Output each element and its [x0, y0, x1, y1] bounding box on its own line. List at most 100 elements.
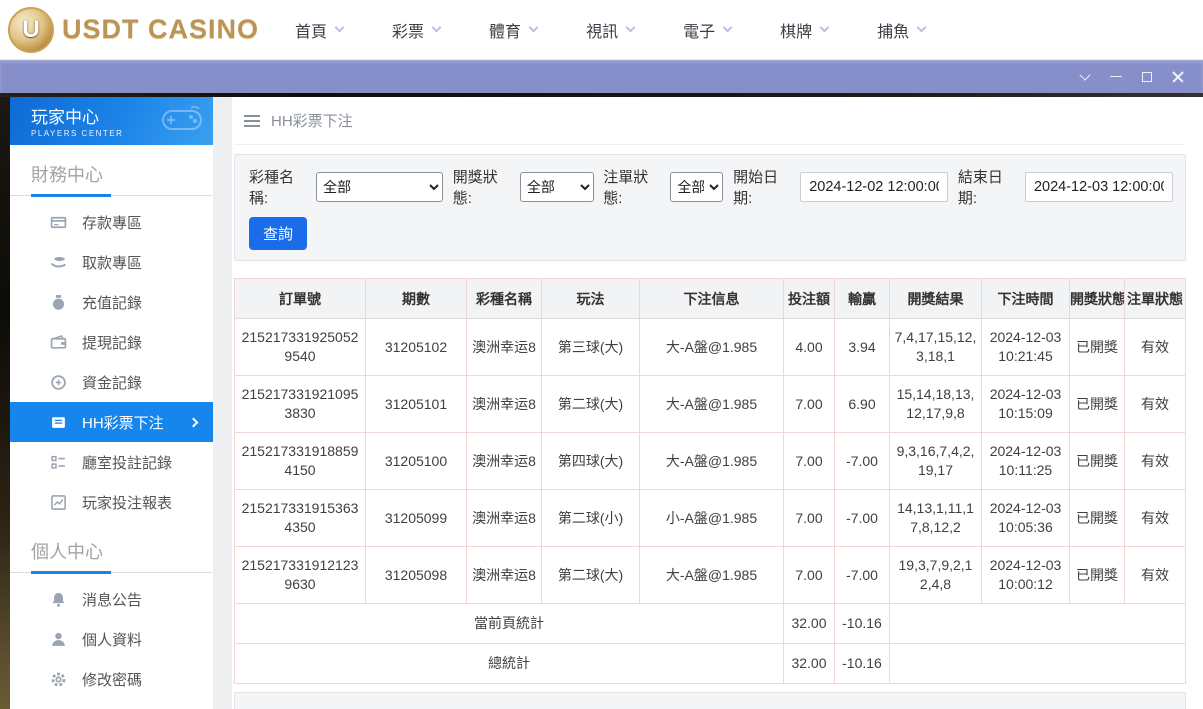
nav-menu-item[interactable]: 彩票 [392, 18, 442, 42]
sidebar-item[interactable]: 修改密碼 [10, 659, 213, 699]
summary-cell: -10.16 [834, 603, 890, 644]
sidebar-item[interactable]: 充值記錄 [10, 282, 213, 322]
nav-menu-item[interactable]: 電子 [683, 18, 733, 42]
desktop-background-edge [0, 97, 10, 709]
nav-item-label: 視訊 [586, 23, 619, 41]
sidebar-item[interactable]: HH彩票下注 [10, 402, 213, 442]
sidebar-item[interactable]: 玩家投注報表 [10, 482, 213, 522]
table-cell: 31205098 [365, 546, 467, 604]
table-cell: 2024-12-03 10:15:09 [981, 375, 1070, 433]
sidebar-item-label: 修改密碼 [82, 671, 143, 689]
nav-menu-item[interactable]: 視訊 [586, 18, 636, 42]
table-cell: 19,3,7,9,2,12,4,8 [889, 546, 982, 604]
sidebar-section-title: 個人中心 [31, 542, 103, 562]
usdt-casino-logo[interactable]: U USDT CASINO [8, 6, 259, 53]
nav-item-label: 棋牌 [780, 23, 813, 41]
nav-menu-item[interactable]: 體育 [489, 18, 539, 42]
sidebar-item[interactable]: 提現記錄 [10, 322, 213, 362]
summary-cell [889, 643, 1186, 684]
column-header: 注單狀態 [1124, 278, 1186, 319]
column-header: 玩法 [541, 278, 640, 319]
table-cell: 小-A盤@1.985 [639, 489, 784, 547]
orders-table: 訂單號 期數 彩種名稱 玩法 下注信息 投注額 輸贏 開獎結果 下注時間 開獎狀態 注單狀態 215… [234, 278, 1186, 684]
table-cell: 2024-12-03 10:21:45 [981, 318, 1070, 376]
table-cell: 2152173319188594150 [234, 432, 366, 490]
sidebar-item-label: 消息公告 [82, 591, 143, 609]
table-cell: 第三球(大) [541, 318, 640, 376]
table-cell: 第二球(小) [541, 489, 640, 547]
chevron-down-icon [625, 22, 636, 33]
sidebar-item[interactable]: 廳室投註記錄 [10, 442, 213, 482]
table-cell: 澳洲幸运8 [466, 318, 542, 376]
end-date-label: 結束日期: [957, 169, 1003, 207]
window-close-button[interactable] [1162, 65, 1193, 89]
summary-cell: -10.16 [834, 643, 890, 684]
table-cell: 6.90 [834, 375, 890, 433]
sidebar-sections: 財務中心存款專區 取款專區充值記錄提現記錄資金記錄 HH彩票下注廳室投註記錄玩家投注… [10, 145, 213, 709]
table-row: 2152173319250529540 31205102 澳洲幸运8 第三球(大) 大-… [234, 318, 1186, 376]
table-cell: 大-A盤@1.985 [639, 432, 784, 490]
order-status-label: 注單狀態: [603, 169, 649, 207]
table-cell: 31205099 [365, 489, 467, 547]
column-header: 訂單號 [234, 278, 366, 319]
hall-list-icon [50, 454, 67, 471]
section-divider [10, 571, 213, 574]
filter-panel: 彩種名稱: 全部 開獎狀態: 全部 注單狀態: 全部 開始日期: 結束日期: [234, 154, 1186, 261]
sidebar-item[interactable]: 存款專區 [10, 202, 213, 242]
table-header-row: 訂單號 期數 彩種名稱 玩法 下注信息 投注額 輸贏 開獎結果 下注時間 開獎狀態 注單狀態 [234, 278, 1186, 319]
table-cell: 2152173319210953830 [234, 375, 366, 433]
table-row: 2152173319188594150 31205100 澳洲幸运8 第四球(大) 大-… [234, 432, 1186, 490]
sidebar-section-title: 財務中心 [31, 165, 103, 185]
sidebar-item-label: 提現記錄 [82, 334, 143, 352]
table-cell: 3.94 [834, 318, 890, 376]
summary-row: 總統計 32.00 -10.16 [234, 643, 1186, 684]
sidebar-item[interactable]: 消息公告 [10, 579, 213, 619]
table-cell: 31205102 [365, 318, 467, 376]
bell-icon [50, 591, 67, 608]
window-dropdown-button[interactable] [1069, 65, 1100, 89]
table-cell: 7.00 [783, 375, 835, 433]
table-cell: 9,3,16,7,4,2,19,17 [889, 432, 982, 490]
table-body: 2152173319250529540 31205102 澳洲幸运8 第三球(大) 大-… [234, 318, 1186, 684]
draw-status-select[interactable]: 全部 [519, 172, 594, 202]
table-cell: 2152173319153634350 [234, 489, 366, 547]
user-icon [50, 631, 67, 648]
sidebar-item[interactable]: 取款專區 [10, 242, 213, 282]
search-button[interactable]: 查詢 [249, 217, 308, 250]
table-cell: 已開獎 [1069, 546, 1125, 604]
draw-status-label: 開獎狀態: [452, 169, 498, 207]
sidebar-item-label: 廳室投註記錄 [82, 454, 173, 472]
table-cell: 31205100 [365, 432, 467, 490]
minimize-icon [1109, 75, 1122, 78]
column-header: 投注額 [783, 278, 835, 319]
gamepad-icon [162, 105, 202, 130]
close-icon [1172, 71, 1184, 83]
window-minimize-button[interactable] [1100, 65, 1131, 89]
nav-menu-item[interactable]: 棋牌 [780, 18, 830, 42]
table-cell: 31205101 [365, 375, 467, 433]
main-panel: HH彩票下注 彩種名稱: 全部 開獎狀態: 全部 注單狀態: 全部 開始日期: [232, 97, 1203, 709]
sidebar-item[interactable]: 個人資料 [10, 619, 213, 659]
hamburger-icon[interactable] [244, 115, 260, 117]
table-cell: 澳洲幸运8 [466, 546, 542, 604]
table-cell: 已開獎 [1069, 489, 1125, 547]
start-date-input[interactable] [800, 172, 949, 202]
sidebar: 玩家中心 PLAYERS CENTER 財務中心 存款專區 取款專區 充值記錄 提現記錄… [10, 97, 213, 709]
end-date-input[interactable] [1024, 172, 1173, 202]
section-divider [10, 194, 213, 197]
sidebar-item[interactable]: 資金記錄 [10, 362, 213, 402]
table-cell: 2024-12-03 10:00:12 [981, 546, 1070, 604]
column-header: 開獎狀態 [1069, 278, 1125, 319]
nav-menu-item[interactable]: 捕魚 [877, 18, 927, 42]
start-date-label: 開始日期: [733, 169, 779, 207]
table-row: 2152173319210953830 31205101 澳洲幸运8 第二球(大) 大-… [234, 375, 1186, 433]
summary-cell: 32.00 [783, 603, 835, 644]
nav-menu-item[interactable]: 首頁 [295, 18, 345, 42]
table-cell: 有效 [1124, 432, 1186, 490]
order-status-select[interactable]: 全部 [670, 172, 724, 202]
column-header: 輸贏 [834, 278, 890, 319]
sidebar-item-label: 充值記錄 [82, 294, 143, 312]
window-maximize-button[interactable] [1131, 65, 1162, 89]
table-cell: 有效 [1124, 546, 1186, 604]
lottery-name-select[interactable]: 全部 [316, 172, 444, 202]
